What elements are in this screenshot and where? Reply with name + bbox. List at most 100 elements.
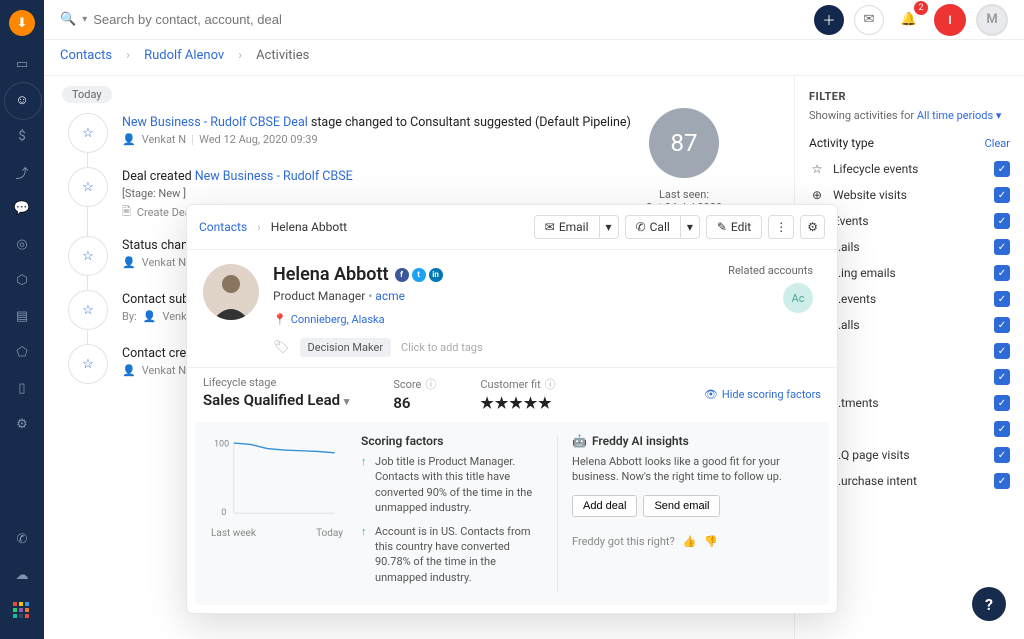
- check-icon[interactable]: ✓: [994, 369, 1010, 385]
- more-button[interactable]: ⋮: [768, 215, 794, 239]
- add-deal-button[interactable]: Add deal: [572, 495, 637, 517]
- filter-item[interactable]: …ing emails ✓: [809, 260, 1010, 286]
- send-email-button[interactable]: Send email: [643, 495, 720, 517]
- nav-phone-icon[interactable]: ✆: [8, 525, 36, 553]
- star-icon[interactable]: ☆: [68, 113, 108, 153]
- chevron-down-icon[interactable]: ▾: [82, 14, 87, 25]
- filter-item[interactable]: …events ✓: [809, 286, 1010, 312]
- search-input[interactable]: [93, 12, 353, 27]
- linkedin-icon[interactable]: in: [429, 268, 443, 282]
- lifecycle-value[interactable]: Sales Qualified Lead ▾: [203, 391, 349, 409]
- hide-scoring-toggle[interactable]: 👁Hide scoring factors: [704, 376, 821, 412]
- company-link[interactable]: acme: [375, 289, 405, 303]
- filter-item-label: Lifecycle events: [833, 162, 918, 176]
- account-badge[interactable]: Ac: [783, 283, 813, 313]
- nav-chat-icon[interactable]: 💬: [8, 194, 36, 222]
- star-icon[interactable]: ☆: [68, 344, 108, 384]
- notifications-button[interactable]: 🔔2: [894, 5, 924, 35]
- breadcrumb-root[interactable]: Contacts: [60, 48, 112, 63]
- filter-item[interactable]: ⊕Website visits✓: [809, 182, 1010, 208]
- check-icon[interactable]: ✓: [994, 421, 1010, 437]
- add-tag-hint[interactable]: Click to add tags: [401, 341, 483, 354]
- nav-calendar-icon[interactable]: ▭: [8, 50, 36, 78]
- top-bar: 🔍 ▾ ＋ ✉ 🔔2 I M: [44, 0, 1024, 40]
- filter-period-link[interactable]: All time periods ▾: [917, 109, 1002, 122]
- twitter-icon[interactable]: t: [412, 268, 426, 282]
- facebook-icon[interactable]: f: [395, 268, 409, 282]
- user-icon: 👤: [122, 364, 136, 377]
- filter-item-icon: ☆: [809, 162, 825, 176]
- add-button[interactable]: ＋: [814, 5, 844, 35]
- mail-button[interactable]: ✉: [854, 5, 884, 35]
- filter-item[interactable]: …ails✓: [809, 234, 1010, 260]
- info-icon[interactable]: ⓘ: [545, 376, 556, 392]
- filter-item[interactable]: …tments✓: [809, 390, 1010, 416]
- overlay-score-value: 86: [393, 394, 436, 412]
- fit-label: Customer fit: [480, 378, 540, 391]
- nav-package-icon[interactable]: ⬠: [8, 338, 36, 366]
- nav-message-icon[interactable]: ☁: [8, 561, 36, 589]
- call-button[interactable]: ✆Call▾: [625, 215, 700, 239]
- filter-item[interactable]: ✓: [809, 364, 1010, 390]
- star-icon[interactable]: ☆: [68, 236, 108, 276]
- svg-text:0: 0: [221, 508, 226, 518]
- filter-item[interactable]: ✓: [809, 338, 1010, 364]
- filter-item[interactable]: …urchase intent✓: [809, 468, 1010, 494]
- filter-item[interactable]: …alls✓: [809, 312, 1010, 338]
- check-icon[interactable]: ✓: [994, 447, 1010, 463]
- scoring-panel: 100 0 Last week Today Scoring factors Jo…: [195, 422, 829, 605]
- settings-button[interactable]: ⚙: [800, 215, 825, 239]
- chevron-down-icon[interactable]: ▾: [600, 215, 619, 239]
- overlay-crumb-root[interactable]: Contacts: [199, 220, 247, 234]
- filter-item[interactable]: ✓: [809, 416, 1010, 442]
- nav-apps-icon[interactable]: [8, 597, 36, 625]
- filter-item-label: …ing emails: [833, 266, 896, 280]
- check-icon[interactable]: ✓: [994, 161, 1010, 177]
- deal-link[interactable]: New Business - Rudolf CBSE Deal: [122, 115, 308, 130]
- global-search[interactable]: 🔍 ▾: [60, 12, 353, 27]
- nav-doc-icon[interactable]: ▯: [8, 374, 36, 402]
- breadcrumb-contact[interactable]: Rudolf Alenov: [144, 48, 224, 63]
- nav-contacts-icon[interactable]: ☺: [8, 86, 36, 114]
- info-icon[interactable]: ⓘ: [425, 376, 436, 392]
- nav-reports-icon[interactable]: ▤: [8, 302, 36, 330]
- edit-button[interactable]: ✎Edit: [706, 215, 762, 239]
- doc-icon: 🗎: [122, 203, 131, 222]
- check-icon[interactable]: ✓: [994, 343, 1010, 359]
- nav-settings-icon[interactable]: ⚙: [8, 410, 36, 438]
- thumb-down-icon[interactable]: 👎: [704, 535, 718, 548]
- nav-analytics-icon[interactable]: ⤴: [8, 158, 36, 186]
- deal-link[interactable]: New Business - Rudolf CBSE: [195, 169, 353, 184]
- check-icon[interactable]: ✓: [994, 265, 1010, 281]
- chevron-down-icon[interactable]: ▾: [681, 215, 700, 239]
- filter-item-label: …Q page visits: [833, 448, 910, 462]
- contact-location[interactable]: 📍Connieberg, Alaska: [273, 313, 483, 326]
- nav-box-icon[interactable]: ⬡: [8, 266, 36, 294]
- star-icon[interactable]: ☆: [68, 167, 108, 207]
- check-icon[interactable]: ✓: [994, 239, 1010, 255]
- check-icon[interactable]: ✓: [994, 473, 1010, 489]
- filter-item-label: …events: [833, 292, 876, 306]
- star-icon[interactable]: ☆: [68, 290, 108, 330]
- help-button[interactable]: ?: [972, 587, 1006, 621]
- check-icon[interactable]: ✓: [994, 187, 1010, 203]
- secondary-avatar[interactable]: I: [934, 4, 966, 36]
- check-icon[interactable]: ✓: [994, 317, 1010, 333]
- tag-chip[interactable]: Decision Maker: [300, 338, 392, 357]
- pencil-icon: ✎: [717, 220, 727, 234]
- nav-deals-icon[interactable]: $: [8, 122, 36, 150]
- filter-clear[interactable]: Clear: [985, 137, 1010, 150]
- brand-logo[interactable]: ⬇: [9, 10, 35, 36]
- check-icon[interactable]: ✓: [994, 395, 1010, 411]
- email-button[interactable]: ✉Email▾: [534, 215, 619, 239]
- filter-item[interactable]: ▦Events✓: [809, 208, 1010, 234]
- ai-title: Freddy AI insights: [592, 434, 689, 448]
- filter-item[interactable]: ☆ Lifecycle events ✓: [809, 156, 1010, 182]
- thumb-up-icon[interactable]: 👍: [683, 535, 697, 548]
- check-icon[interactable]: ✓: [994, 291, 1010, 307]
- user-avatar[interactable]: M: [976, 4, 1008, 36]
- filter-item[interactable]: …Q page visits ✓: [809, 442, 1010, 468]
- nav-target-icon[interactable]: ◎: [8, 230, 36, 258]
- check-icon[interactable]: ✓: [994, 213, 1010, 229]
- chart-x-left: Last week: [211, 528, 256, 539]
